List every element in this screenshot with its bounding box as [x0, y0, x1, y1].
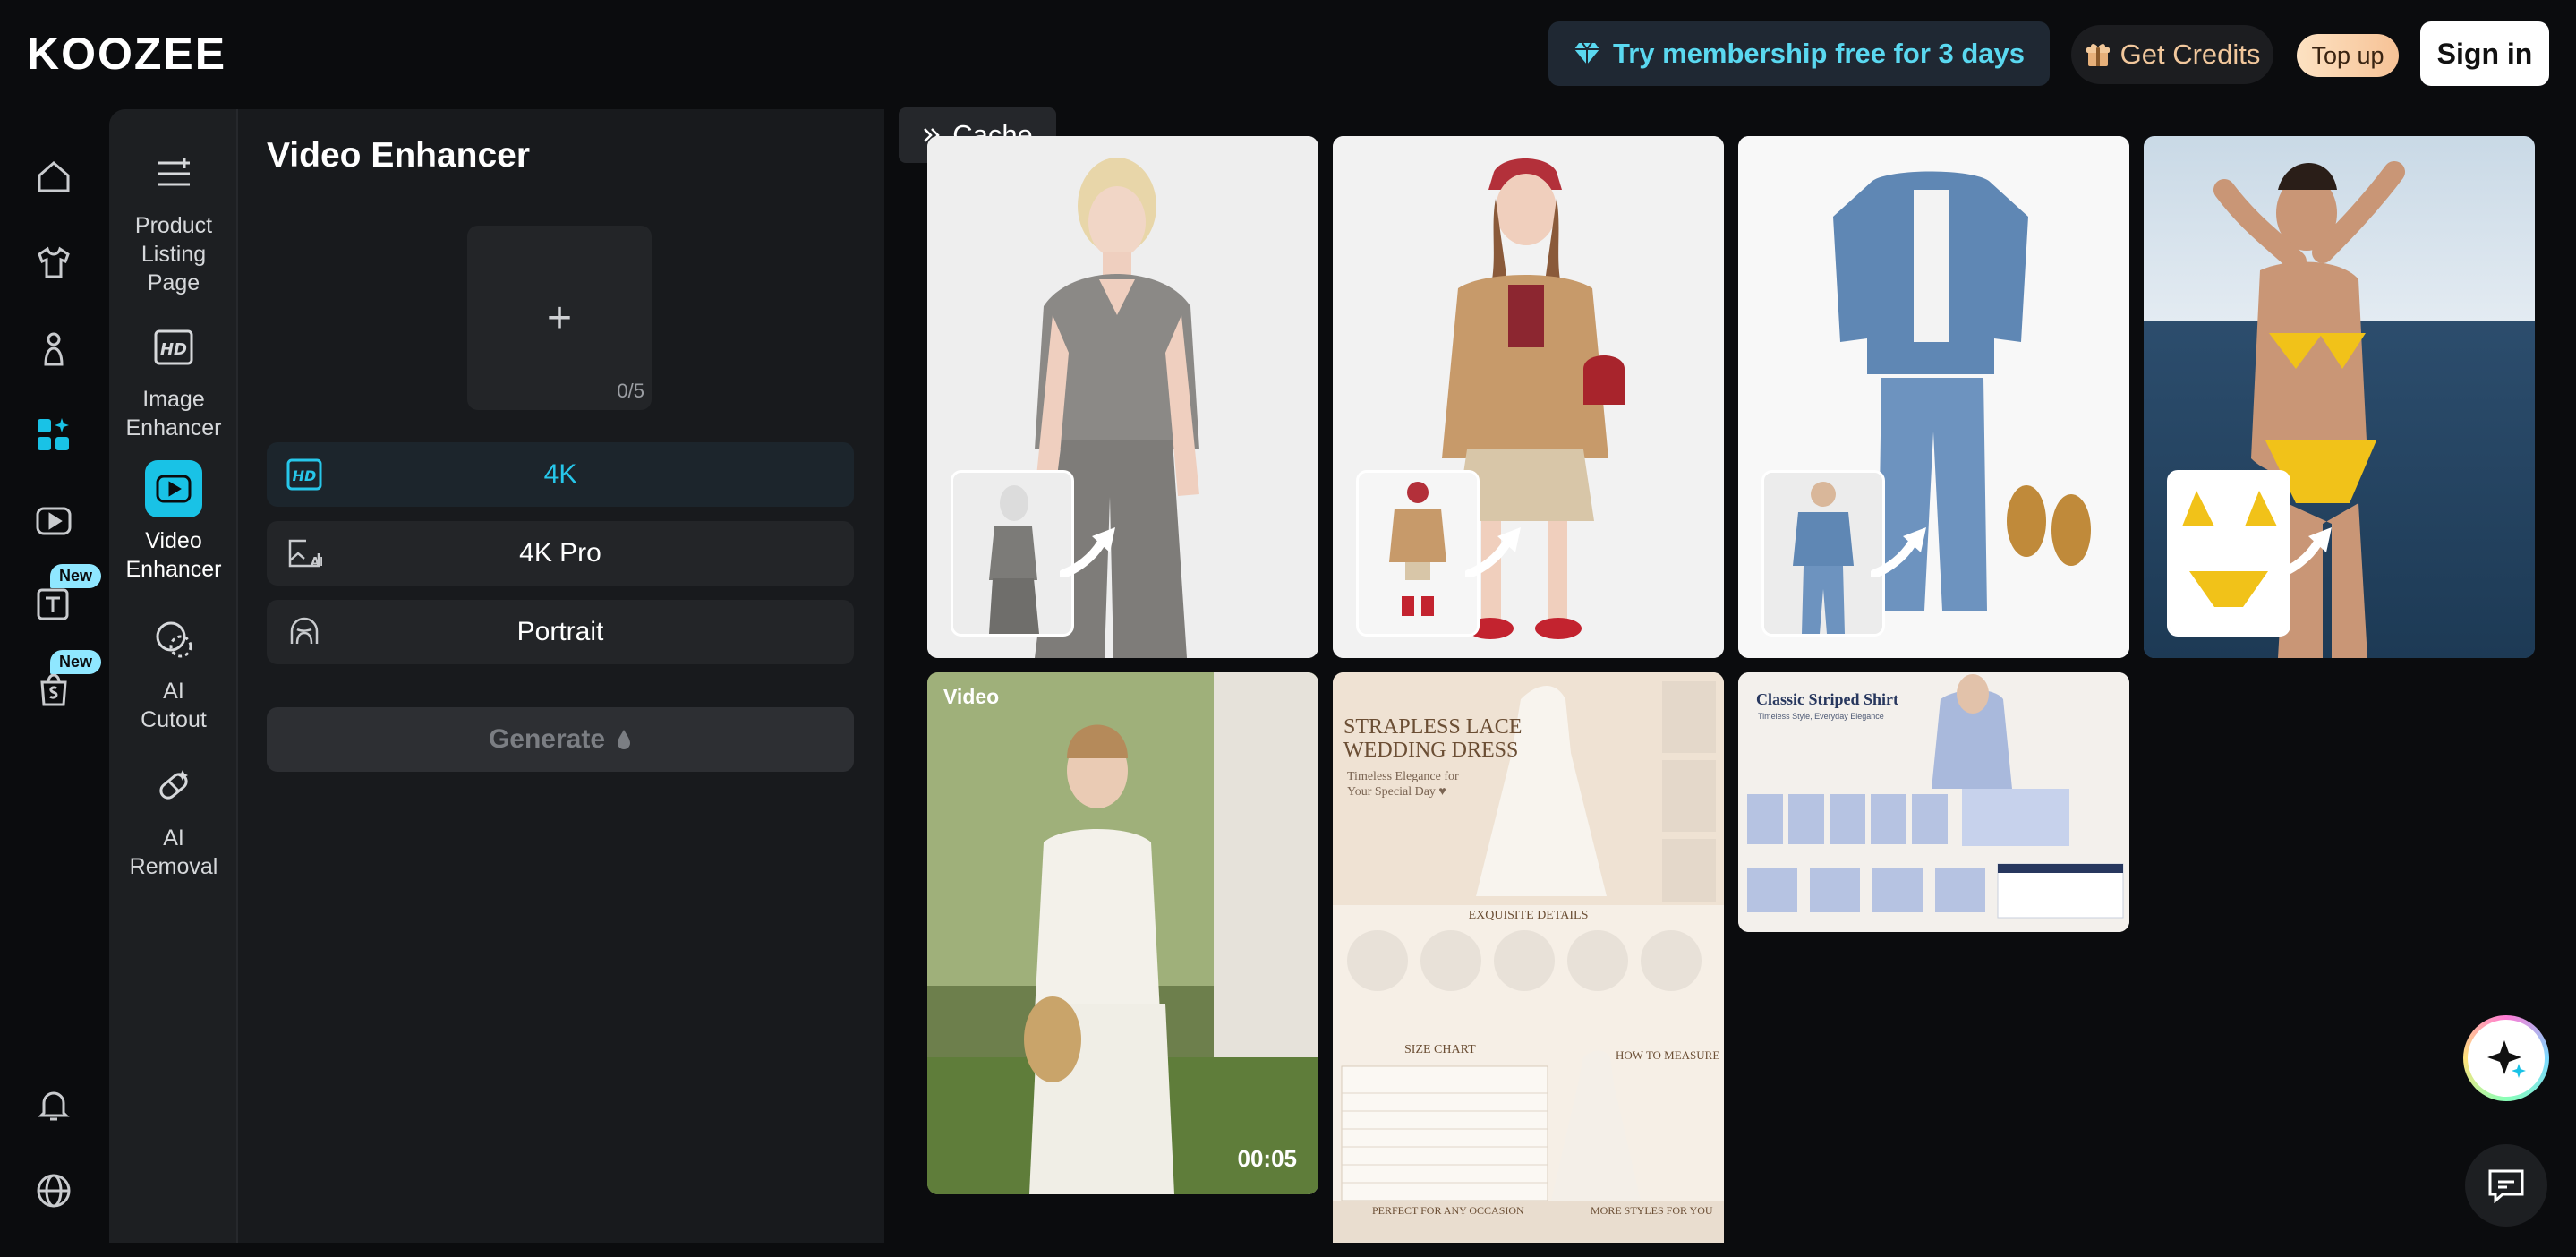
gallery-card[interactable]	[1333, 136, 1724, 658]
transform-arrow-icon	[1465, 527, 1521, 577]
list-plus-icon	[145, 145, 202, 202]
ai-image-icon: AI	[286, 535, 322, 571]
option-label: Portrait	[516, 617, 604, 646]
gallery-card[interactable]	[2144, 136, 2535, 658]
gallery-card[interactable]: STRAPLESS LACE WEDDING DRESS Timeless El…	[1333, 672, 1724, 1243]
sparkle-icon	[2487, 1040, 2526, 1078]
diamond-icon	[1574, 42, 1599, 64]
gallery-card[interactable]	[1738, 136, 2129, 658]
generate-label: Generate	[488, 724, 606, 754]
video-thumbnail	[927, 672, 1318, 1194]
listing-more-heading: MORE STYLES FOR YOU	[1591, 1204, 1713, 1217]
reference-thumbnail	[1356, 470, 1480, 637]
membership-trial-button[interactable]: Try membership free for 3 days	[1548, 21, 2050, 86]
gift-icon	[2086, 44, 2110, 66]
apps-icon[interactable]	[32, 414, 75, 457]
option-label: 4K	[543, 459, 577, 489]
transform-arrow-icon	[1060, 527, 1115, 577]
subnav-product-listing-page[interactable]: Product Listing Page	[109, 145, 238, 297]
upload-dropzone[interactable]: + 0/5	[467, 226, 652, 410]
reference-thumbnail	[2167, 470, 2290, 637]
subnav-image-enhancer[interactable]: HD Image Enhancer	[109, 319, 238, 442]
gallery-card[interactable]	[927, 136, 1318, 658]
home-icon[interactable]	[32, 156, 75, 199]
option-portrait[interactable]: Portrait	[267, 600, 854, 664]
play-icon[interactable]	[32, 500, 75, 543]
credits-label: Get Credits	[2120, 38, 2261, 70]
subnav-label: Image Enhancer	[125, 387, 222, 440]
get-credits-button[interactable]: Get Credits	[2071, 25, 2273, 84]
transform-arrow-icon	[1871, 527, 1926, 577]
subnav-label: Product Listing Page	[134, 213, 213, 295]
svg-text:HD: HD	[293, 467, 317, 484]
listing-measure-heading: HOW TO MEASURE	[1616, 1048, 1720, 1062]
feedback-chat-button[interactable]	[2465, 1144, 2547, 1227]
subnav-ai-cutout[interactable]: AI Cutout	[109, 611, 238, 734]
option-label: 4K Pro	[519, 538, 601, 568]
text-icon[interactable]	[32, 582, 75, 625]
shirt-icon[interactable]	[32, 242, 75, 285]
signin-label: Sign in	[2436, 37, 2533, 70]
listing-details-heading: EXQUISITE DETAILS	[1468, 909, 1589, 922]
portrait-icon	[286, 614, 322, 650]
svg-text:AI: AI	[311, 556, 322, 569]
cutout-icon	[145, 611, 202, 668]
video-tag: Video	[943, 685, 1000, 708]
tool-subnav: Product Listing Page HD Image Enhancer V…	[109, 109, 238, 1243]
video-icon	[145, 460, 202, 517]
shirt-listing-subtitle: Timeless Style, Everyday Elegance	[1758, 712, 1884, 721]
subnav-label: AI Removal	[129, 825, 218, 879]
reference-thumbnail	[1761, 470, 1885, 637]
video-enhancer-tool: Video Enhancer + 0/5 HD 4K AI 4K Pro Por…	[267, 109, 857, 1243]
topup-label: Top up	[2311, 41, 2384, 69]
listing-title: STRAPLESS LACE WEDDING DRESS	[1343, 715, 1523, 762]
new-badge: New	[50, 564, 102, 588]
new-badge: New	[50, 650, 102, 674]
hd-icon: HD	[145, 319, 202, 376]
svg-text:HD: HD	[160, 340, 187, 359]
top-bar: KOOZEE Try membership free for 3 days Ge…	[0, 0, 2576, 107]
upload-count: 0/5	[617, 380, 644, 402]
ai-assistant-button[interactable]	[2463, 1015, 2549, 1101]
koozee-logo[interactable]: KOOZEE	[27, 29, 227, 79]
credit-drop-icon	[618, 730, 631, 749]
option-4k[interactable]: HD 4K	[267, 442, 854, 507]
top-up-button[interactable]: Top up	[2297, 34, 2399, 77]
subnav-ai-removal[interactable]: AI Removal	[109, 757, 238, 881]
subnav-video-enhancer[interactable]: Video Enhancer	[109, 460, 238, 584]
generate-button[interactable]: Generate	[267, 707, 854, 772]
left-icon-rail: New New	[0, 107, 107, 1257]
logo-text: KOOZEE	[27, 29, 227, 79]
reference-thumbnail	[951, 470, 1074, 637]
option-4k-pro[interactable]: AI 4K Pro	[267, 521, 854, 586]
video-card[interactable]: Video 00:05	[927, 672, 1318, 1194]
page-title: Video Enhancer	[267, 136, 531, 175]
gallery-card[interactable]: Classic Striped Shirt Timeless Style, Ev…	[1738, 672, 2129, 932]
shirt-listing-title: Classic Striped Shirt	[1756, 690, 1899, 708]
subnav-label: Video Enhancer	[125, 528, 222, 582]
bell-icon[interactable]	[32, 1083, 75, 1126]
hd-badge-icon: HD	[286, 457, 322, 492]
globe-icon[interactable]	[32, 1169, 75, 1212]
sign-in-button[interactable]: Sign in	[2420, 21, 2549, 86]
tool-panel: Product Listing Page HD Image Enhancer V…	[109, 109, 884, 1243]
subnav-label: AI Cutout	[141, 679, 207, 732]
transform-arrow-icon	[2276, 527, 2332, 577]
listing-occasion-heading: PERFECT FOR ANY OCCASION	[1372, 1204, 1524, 1217]
video-duration: 00:05	[1237, 1145, 1298, 1172]
eraser-icon	[145, 757, 202, 815]
model-icon[interactable]	[32, 328, 75, 371]
listing-subtitle: Timeless Elegance for Your Special Day ♥	[1347, 770, 1459, 799]
listing-size-heading: SIZE CHART	[1404, 1043, 1476, 1056]
membership-label: Try membership free for 3 days	[1612, 38, 2026, 69]
chat-icon	[2488, 1169, 2524, 1203]
bag-icon[interactable]	[32, 668, 75, 711]
